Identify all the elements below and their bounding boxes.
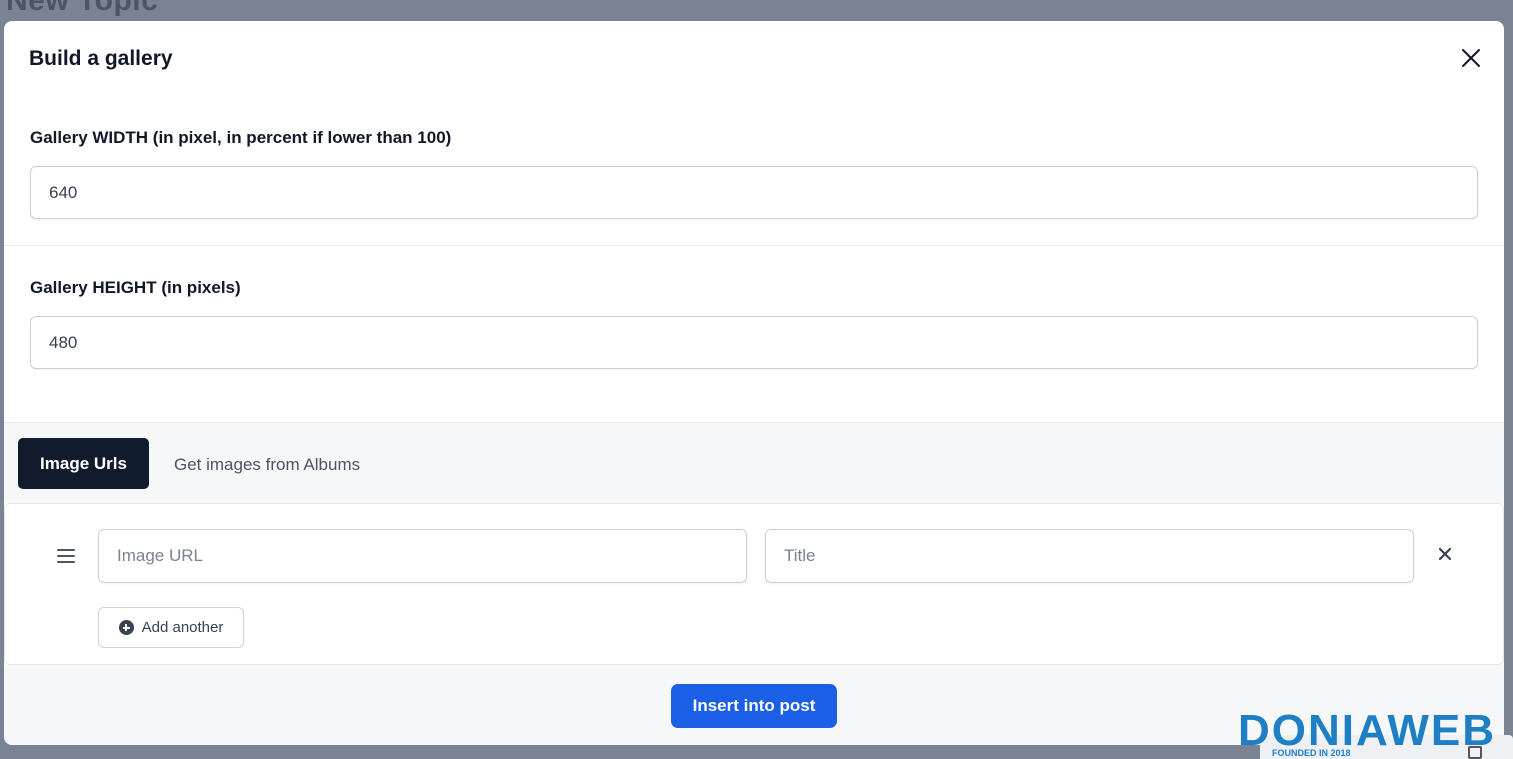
height-label: Gallery HEIGHT (in pixels): [30, 278, 241, 297]
close-button[interactable]: [1460, 47, 1482, 69]
image-rows-panel: Add another: [4, 503, 1504, 665]
height-input[interactable]: [30, 316, 1478, 369]
background-page-title: New Topic: [6, 0, 159, 17]
add-another-button[interactable]: Add another: [98, 607, 244, 648]
drag-handle-icon[interactable]: [57, 549, 75, 563]
image-url-input[interactable]: [98, 529, 747, 583]
divider: [4, 245, 1504, 246]
width-label: Gallery WIDTH (in pixel, in percent if l…: [30, 128, 452, 147]
close-icon: [1462, 49, 1480, 67]
plus-circle-icon: [118, 620, 134, 635]
tab-image-urls[interactable]: Image Urls: [18, 438, 149, 489]
gallery-modal: Build a gallery Gallery WIDTH (in pixel,…: [4, 21, 1504, 745]
close-icon: [1438, 547, 1452, 561]
width-input[interactable]: [30, 166, 1478, 219]
remove-row-button[interactable]: [1437, 546, 1453, 562]
watermark-tagline: FOUNDED IN 2018: [1272, 748, 1351, 758]
modal-title: Build a gallery: [29, 47, 173, 70]
image-title-input[interactable]: [765, 529, 1414, 583]
tab-albums[interactable]: Get images from Albums: [174, 455, 360, 475]
add-another-label: Add another: [141, 619, 224, 636]
watermark-logo: DONIAWEB FOUNDED IN 2018: [1238, 707, 1494, 758]
tabs-bar: Image Urls Get images from Albums: [4, 422, 1504, 503]
insert-into-post-button[interactable]: Insert into post: [671, 684, 837, 728]
